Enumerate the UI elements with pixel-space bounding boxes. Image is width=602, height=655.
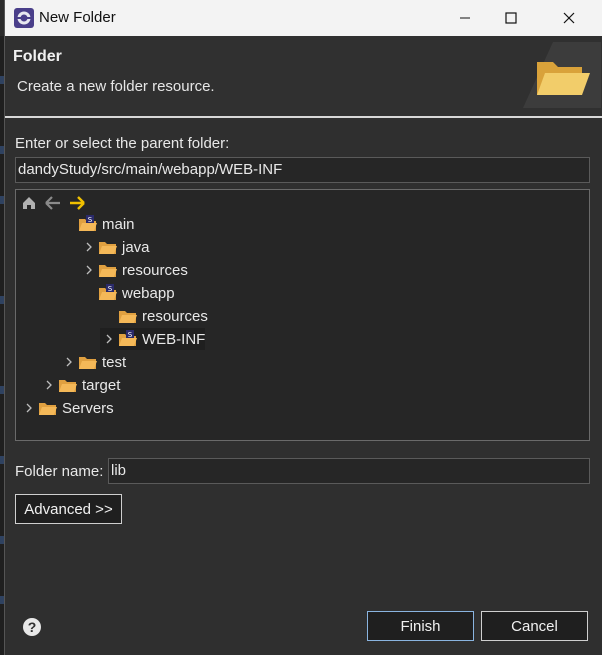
cancel-button-label: Cancel bbox=[511, 617, 558, 635]
tree-item[interactable]: java bbox=[80, 236, 150, 258]
header-title: Folder bbox=[13, 48, 62, 65]
tree-item-label: webapp bbox=[122, 284, 175, 302]
help-icon[interactable]: ? bbox=[22, 617, 42, 637]
cancel-button[interactable]: Cancel bbox=[481, 611, 588, 641]
folder-icon bbox=[118, 307, 138, 325]
tree-item-label: Servers bbox=[62, 399, 114, 417]
folder-banner-icon bbox=[523, 42, 601, 108]
tree-item[interactable]: target bbox=[40, 374, 120, 396]
chevron-right-icon[interactable] bbox=[20, 403, 38, 413]
parent-folder-input[interactable]: dandyStudy/src/main/webapp/WEB-INF bbox=[15, 157, 590, 183]
tree-item[interactable]: resources bbox=[80, 259, 188, 281]
tree-item[interactable]: Smain bbox=[60, 213, 135, 235]
advanced-button-label: Advanced >> bbox=[24, 500, 113, 518]
svg-text:S: S bbox=[128, 331, 133, 339]
window-title: New Folder bbox=[39, 9, 116, 26]
svg-text:S: S bbox=[108, 285, 113, 293]
folder-icon bbox=[78, 353, 98, 371]
minimize-icon bbox=[460, 17, 470, 19]
finish-button-label: Finish bbox=[400, 617, 441, 635]
maximize-button[interactable] bbox=[488, 0, 534, 36]
back-button[interactable] bbox=[44, 194, 62, 212]
tree-item[interactable]: Swebapp bbox=[80, 282, 175, 304]
tree-item-label: test bbox=[102, 353, 127, 371]
folder-icon bbox=[58, 376, 78, 394]
open-folder-icon: S bbox=[98, 284, 118, 302]
tree-item-label: resources bbox=[142, 307, 208, 325]
back-arrow-icon bbox=[45, 196, 60, 210]
svg-text:?: ? bbox=[28, 619, 37, 635]
chevron-right-icon[interactable] bbox=[40, 380, 58, 390]
tree-item[interactable]: S WEB-INF bbox=[100, 328, 206, 350]
close-icon bbox=[563, 12, 575, 24]
minimize-button[interactable] bbox=[442, 0, 488, 36]
maximize-icon bbox=[505, 12, 517, 24]
forward-arrow-icon bbox=[70, 196, 85, 210]
folder-tree[interactable]: Smain java resources Swebapp resources S WEB-I… bbox=[15, 189, 590, 441]
folder-icon bbox=[38, 399, 58, 417]
tree-item-label: main bbox=[102, 215, 135, 233]
header-description: Create a new folder resource. bbox=[17, 78, 215, 95]
tree-item[interactable]: test bbox=[60, 351, 126, 373]
eclipse-icon bbox=[14, 8, 34, 28]
tree-item-label: target bbox=[82, 376, 121, 394]
chevron-right-icon[interactable] bbox=[100, 334, 118, 344]
folder-icon: S bbox=[118, 330, 138, 348]
open-folder-icon: S bbox=[78, 215, 98, 233]
svg-text:S: S bbox=[88, 216, 93, 224]
close-button[interactable] bbox=[546, 0, 592, 36]
chevron-right-icon[interactable] bbox=[80, 265, 98, 275]
forward-button[interactable] bbox=[68, 194, 86, 212]
folder-name-label: Folder name: bbox=[15, 463, 104, 480]
tree-toolbar bbox=[20, 194, 86, 214]
header-divider bbox=[5, 116, 602, 118]
home-button[interactable] bbox=[20, 194, 38, 212]
finish-button[interactable]: Finish bbox=[367, 611, 474, 641]
folder-icon bbox=[98, 238, 118, 256]
title-bar: New Folder bbox=[5, 0, 602, 36]
tree-item-label: resources bbox=[122, 261, 188, 279]
folder-icon bbox=[98, 261, 118, 279]
advanced-button[interactable]: Advanced >> bbox=[15, 494, 122, 524]
chevron-right-icon[interactable] bbox=[60, 357, 78, 367]
parent-folder-label: Enter or select the parent folder: bbox=[15, 135, 230, 152]
tree-item[interactable]: resources bbox=[100, 305, 208, 327]
tree-item-label: java bbox=[122, 238, 150, 256]
chevron-right-icon[interactable] bbox=[80, 242, 98, 252]
home-icon bbox=[23, 197, 35, 209]
folder-name-input[interactable]: lib bbox=[108, 458, 590, 484]
tree-item-label: WEB-INF bbox=[142, 330, 206, 348]
tree-item[interactable]: Servers bbox=[20, 397, 114, 419]
dialog-header: Folder Create a new folder resource. bbox=[5, 36, 602, 116]
new-folder-dialog: New Folder Folder Create a new folder re… bbox=[4, 0, 602, 655]
